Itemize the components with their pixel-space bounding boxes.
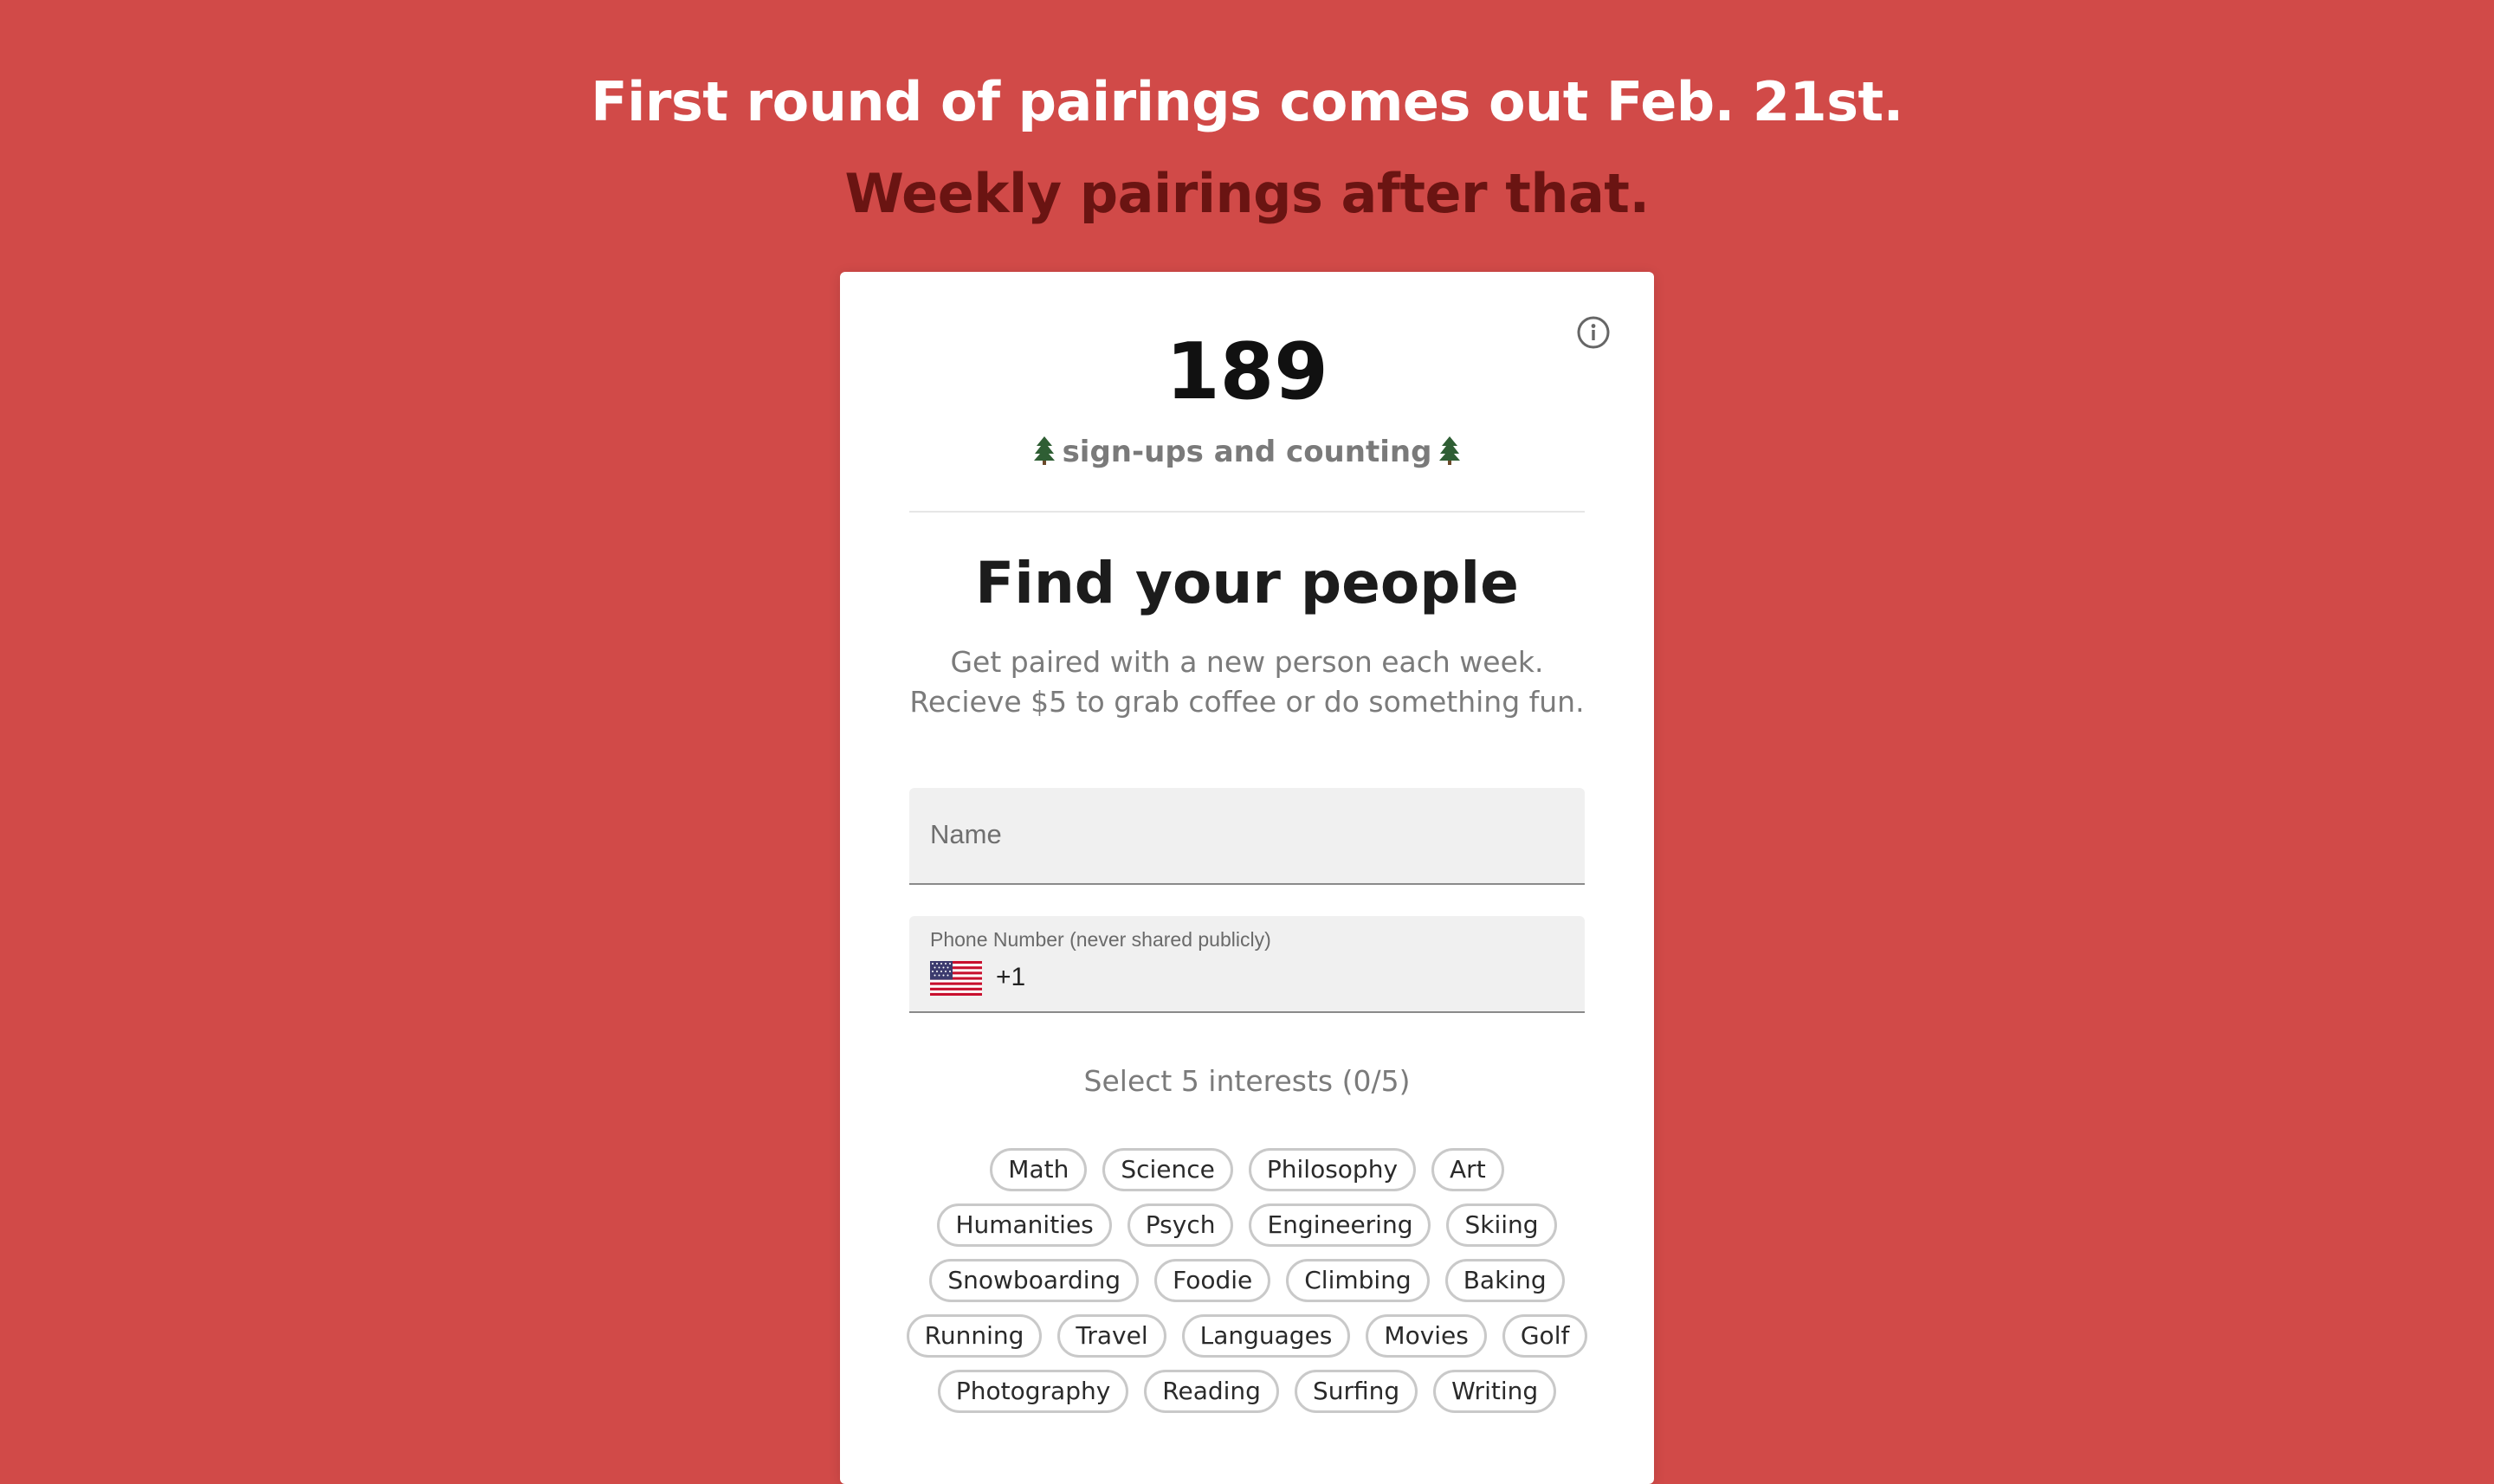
interest-row: Photography Reading Surfing Writing: [892, 1370, 1602, 1425]
signup-count-label: sign-ups and counting: [1062, 435, 1432, 469]
banner-subheadline: Weekly pairings after that.: [844, 162, 1650, 225]
card-description-line-2: Recieve $5 to grab coffee or do somethin…: [909, 685, 1585, 719]
interest-chip[interactable]: Foodie: [1154, 1259, 1271, 1302]
phone-input[interactable]: [1039, 958, 1562, 1003]
interest-chip[interactable]: Science: [1102, 1148, 1233, 1191]
signup-card: sign-ups and counting Find your people G…: [840, 272, 1654, 1484]
interest-row: Humanities Psych Engineering Skiing: [892, 1203, 1602, 1259]
tree-icon: [1033, 436, 1055, 465]
us-flag-icon[interactable]: [930, 961, 982, 996]
interest-chip[interactable]: Snowboarding: [929, 1259, 1140, 1302]
interest-chip[interactable]: Art: [1431, 1148, 1504, 1191]
name-field[interactable]: [909, 788, 1585, 885]
phone-field-label: Phone Number (never shared publicly): [930, 928, 1271, 951]
interest-chip[interactable]: Running: [906, 1314, 1043, 1358]
interest-row: Running Travel Languages Movies Golf: [892, 1314, 1602, 1370]
banner-headline: First round of pairings comes out Feb. 2…: [591, 70, 1903, 133]
interest-chip[interactable]: Skiing: [1446, 1203, 1557, 1247]
divider: [909, 511, 1585, 513]
interest-chip[interactable]: Engineering: [1249, 1203, 1431, 1247]
interest-chip[interactable]: Math: [990, 1148, 1088, 1191]
interest-chips: Math Science Philosophy Art Humanities P…: [892, 1148, 1602, 1425]
interest-row: Snowboarding Foodie Climbing Baking: [892, 1259, 1602, 1314]
interest-chip[interactable]: Photography: [937, 1370, 1129, 1413]
interest-chip[interactable]: Philosophy: [1248, 1148, 1417, 1191]
card-description: Get paired with a new person each week. …: [840, 642, 1654, 722]
name-input[interactable]: [930, 788, 1562, 881]
interest-chip[interactable]: Psych: [1127, 1203, 1234, 1247]
interests-label: Select 5 interests (0/5): [1083, 1064, 1411, 1098]
interest-chip[interactable]: Humanities: [937, 1203, 1112, 1247]
interest-chip[interactable]: Golf: [1502, 1314, 1588, 1358]
phone-country-code: +1: [996, 963, 1026, 991]
interest-chip[interactable]: Surfing: [1294, 1370, 1418, 1413]
signup-count: 189: [1166, 326, 1328, 417]
interest-chip[interactable]: Languages: [1181, 1314, 1351, 1358]
interest-chip[interactable]: Movies: [1366, 1314, 1487, 1358]
signup-count-caption: sign-ups and counting: [840, 428, 1654, 476]
interest-chip[interactable]: Baking: [1444, 1259, 1565, 1302]
interest-chip[interactable]: Writing: [1433, 1370, 1557, 1413]
interest-chip[interactable]: Travel: [1057, 1314, 1166, 1358]
card-description-line-1: Get paired with a new person each week.: [950, 645, 1544, 679]
card-title: Find your people: [975, 550, 1519, 616]
tree-icon: [1439, 436, 1461, 465]
interest-row: Math Science Philosophy Art: [892, 1148, 1602, 1203]
phone-field[interactable]: Phone Number (never shared publicly) +1: [909, 916, 1585, 1013]
interest-chip[interactable]: Climbing: [1286, 1259, 1430, 1302]
interest-chip[interactable]: Reading: [1144, 1370, 1279, 1413]
